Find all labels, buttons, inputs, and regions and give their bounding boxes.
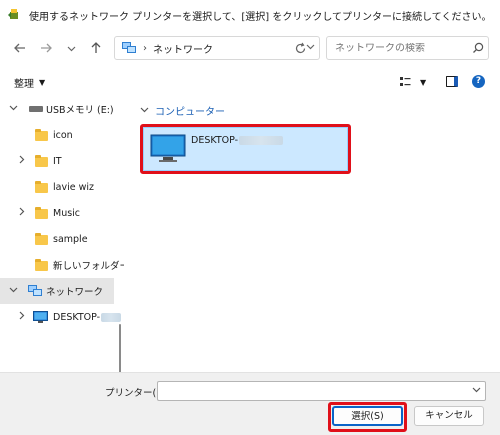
- nav-item-lavie-wiz-folder[interactable]: lavie wiz: [0, 174, 114, 200]
- nav-item-label: ネットワーク: [46, 287, 104, 298]
- nav-item-new-folder[interactable]: 新しいフォルダー: [0, 252, 124, 278]
- recent-locations-button[interactable]: [62, 36, 80, 60]
- nav-item-desktop-computer[interactable]: DESKTOP-: [0, 304, 122, 330]
- nav-item-label: IT: [53, 155, 62, 167]
- nav-item-sample-folder[interactable]: sample: [0, 226, 114, 252]
- arrow-up-icon: [91, 42, 101, 53]
- network-icon: [27, 284, 43, 301]
- select-button[interactable]: 選択(S): [332, 406, 403, 426]
- folder-icon: [35, 129, 48, 141]
- file-list-view[interactable]: コンピューター DESKTOP-: [128, 96, 500, 372]
- preview-pane-button[interactable]: [446, 76, 458, 87]
- usb-drive-icon: [29, 106, 43, 112]
- forward-button[interactable]: [34, 36, 58, 60]
- organize-label: 整理: [14, 79, 34, 90]
- chevron-down-icon[interactable]: [8, 103, 18, 115]
- refresh-icon: [295, 42, 305, 54]
- nav-item-label: lavie wiz: [53, 181, 94, 193]
- title-bar: 使用するネットワーク プリンターを選択して、[選択] をクリックしてプリンターに…: [0, 0, 500, 30]
- arrow-left-icon: [14, 43, 25, 53]
- folder-icon: [35, 259, 48, 271]
- printer-input[interactable]: [158, 382, 458, 400]
- nav-item-music-folder[interactable]: Music: [0, 200, 114, 226]
- command-bar: 整理 ▼ ▼ ?: [0, 68, 500, 96]
- cancel-button[interactable]: キャンセル: [414, 406, 484, 426]
- folder-icon: [35, 155, 48, 167]
- nav-item-icon-folder[interactable]: icon: [0, 122, 114, 148]
- window-title: 使用するネットワーク プリンターを選択して、[選択] をクリックしてプリンターに…: [29, 11, 492, 23]
- chevron-right-icon[interactable]: [16, 311, 26, 323]
- navpane-scrollbar[interactable]: [119, 324, 121, 372]
- refresh-button[interactable]: [290, 39, 310, 59]
- nav-item-label: 新しいフォルダー: [53, 261, 124, 272]
- breadcrumb-separator: ›: [143, 42, 147, 54]
- nav-item-label: Music: [53, 207, 81, 219]
- nav-item-label: sample: [53, 233, 88, 245]
- group-header-label: コンピューター: [155, 107, 225, 118]
- nav-item-usb-drive[interactable]: USBメモリ (E:): [0, 96, 114, 122]
- nav-item-label: DESKTOP-: [53, 312, 122, 323]
- network-icon: [121, 41, 137, 55]
- chevron-right-icon[interactable]: [16, 155, 26, 167]
- organize-menu-button[interactable]: 整理 ▼: [14, 75, 45, 90]
- arrow-right-icon: [41, 43, 52, 53]
- chevron-down-icon: [140, 105, 149, 117]
- caret-down-icon: ▼: [420, 77, 427, 87]
- nav-item-label: USBメモリ (E:): [46, 105, 114, 116]
- navigation-pane[interactable]: USBメモリ (E:) icon IT lavie wiz Music samp…: [0, 96, 124, 372]
- printer-combobox[interactable]: [157, 381, 486, 401]
- help-icon[interactable]: ?: [472, 75, 485, 88]
- navigation-bar: › ネットワーク: [0, 30, 500, 66]
- computer-tile-desktop[interactable]: DESKTOP-: [143, 127, 348, 171]
- folder-icon: [35, 207, 48, 219]
- monitor-icon: [150, 134, 188, 162]
- group-header-computers[interactable]: コンピューター: [140, 103, 225, 118]
- nav-item-network[interactable]: ネットワーク: [0, 278, 114, 304]
- chevron-down-icon: [67, 46, 75, 51]
- search-input[interactable]: [335, 42, 468, 54]
- caret-down-icon: ▼: [39, 78, 46, 87]
- folder-icon: [35, 233, 48, 245]
- search-icon[interactable]: [468, 38, 488, 58]
- dialog-footer: プリンター(P) 選択(S) キャンセル: [0, 372, 500, 435]
- monitor-icon: [33, 311, 48, 327]
- search-box[interactable]: [326, 36, 489, 60]
- folder-icon: [35, 181, 48, 193]
- change-view-button[interactable]: ▼: [400, 74, 430, 90]
- breadcrumb-network[interactable]: ネットワーク: [153, 41, 301, 56]
- nav-item-it-folder[interactable]: IT: [0, 148, 114, 174]
- up-button[interactable]: [84, 36, 108, 60]
- chevron-down-icon[interactable]: [472, 385, 481, 397]
- nav-item-label: icon: [53, 129, 73, 141]
- printer-app-icon: [7, 8, 21, 22]
- chevron-down-icon[interactable]: [8, 285, 18, 297]
- chevron-right-icon[interactable]: [16, 207, 26, 219]
- back-button[interactable]: [8, 36, 32, 60]
- view-options-icon: [400, 77, 411, 86]
- computer-tile-label: DESKTOP-: [191, 135, 284, 146]
